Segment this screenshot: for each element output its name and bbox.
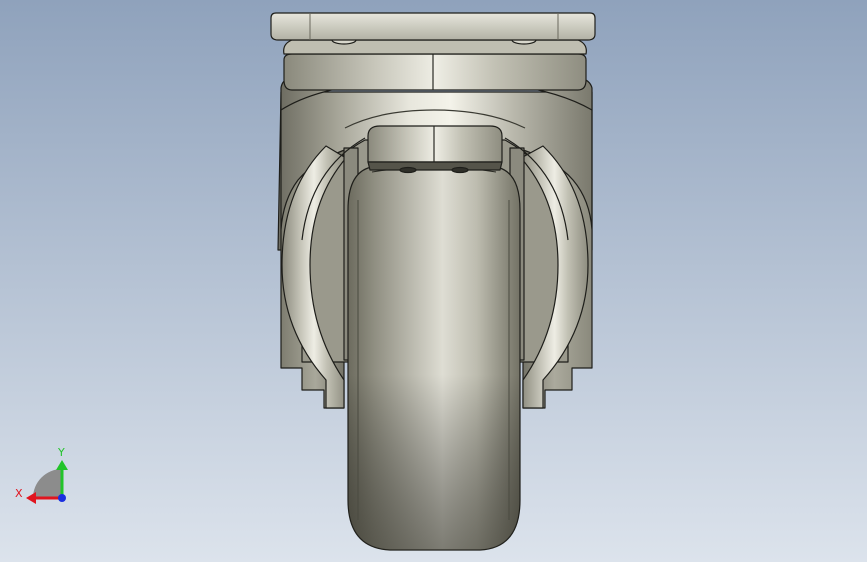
axle-block bbox=[367, 125, 503, 163]
triad-z-origin bbox=[58, 494, 66, 502]
swivel-race bbox=[283, 53, 587, 91]
cad-graphics-viewport[interactable]: X Y bbox=[0, 0, 867, 562]
bearing-collar bbox=[283, 39, 587, 55]
triad-x-label: X bbox=[15, 487, 23, 500]
model-canvas[interactable]: X Y bbox=[0, 0, 867, 562]
top-mounting-plate[interactable] bbox=[270, 12, 596, 41]
triad-y-label: Y bbox=[57, 446, 65, 459]
